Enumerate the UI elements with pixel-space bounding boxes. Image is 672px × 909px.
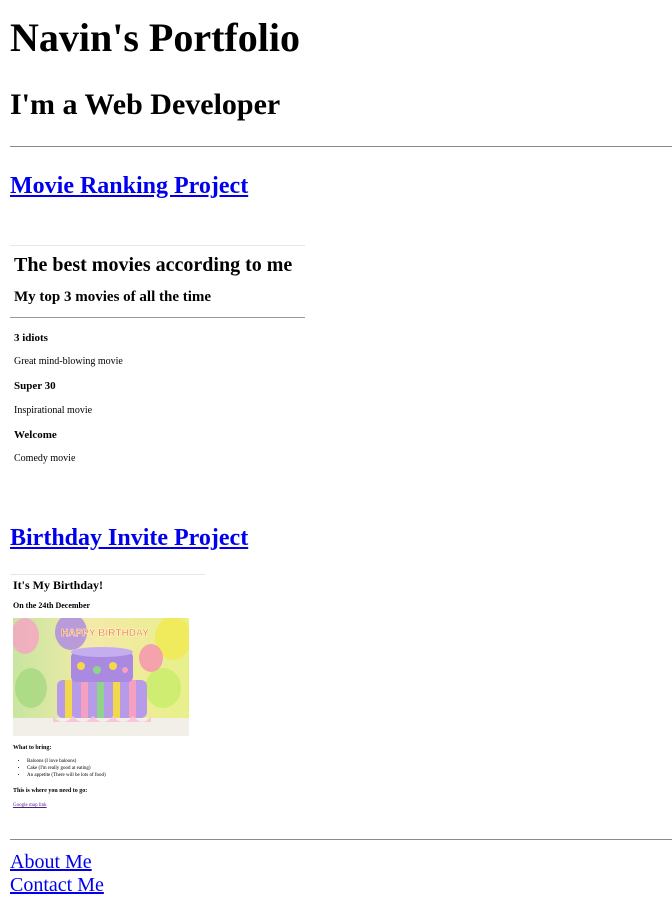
list-item: An appetite (There will be lots of food) (27, 772, 106, 779)
movie-description: Comedy movie (14, 453, 76, 464)
birthday-invite-project-link[interactable]: Birthday Invite Project (10, 524, 248, 552)
movie-description: Great mind-blowing movie (14, 356, 123, 367)
birthday-invite-iframe[interactable]: It's My Birthday! On the 24th December H… (10, 574, 205, 815)
movie-description: Inspirational movie (14, 405, 93, 416)
movie-ranking-iframe[interactable]: The best movies according to me My top 3… (10, 245, 305, 486)
page-subtitle: I'm a Web Developer (10, 88, 281, 121)
portfolio-page: { "header": { "title": "Navin's Portfoli… (0, 0, 672, 909)
what-to-bring-heading: What to bring: (13, 745, 52, 751)
birthday-cake-image: HAPPY BIRTHDAY (13, 618, 189, 736)
location-heading: This is where you need to go: (13, 788, 88, 794)
page-title: Navin's Portfolio (10, 15, 300, 60)
contact-me-link[interactable]: Contact Me (10, 874, 104, 897)
bring-list: Baloons (I love baloons) Cake (I'm reall… (21, 758, 106, 779)
movie-name: 3 idiots (14, 332, 48, 344)
divider (10, 839, 672, 840)
movie-name: Welcome (14, 429, 57, 441)
movie-ranking-project-link[interactable]: Movie Ranking Project (10, 172, 248, 200)
list-item: Baloons (I love baloons) (27, 758, 106, 765)
divider (10, 317, 305, 318)
google-map-link[interactable]: Google map link (13, 802, 47, 809)
birthday-title: It's My Birthday! (13, 578, 103, 592)
about-me-link[interactable]: About Me (10, 851, 92, 874)
cake-candle-text: HAPPY BIRTHDAY (61, 628, 149, 639)
birthday-date: On the 24th December (13, 601, 91, 610)
movie-page-title: The best movies according to me (14, 254, 293, 276)
divider (10, 146, 672, 147)
list-item: Cake (I'm really good at eating) (27, 765, 106, 772)
movie-name: Super 30 (14, 380, 56, 392)
movie-page-subtitle: My top 3 movies of all the time (14, 289, 212, 305)
